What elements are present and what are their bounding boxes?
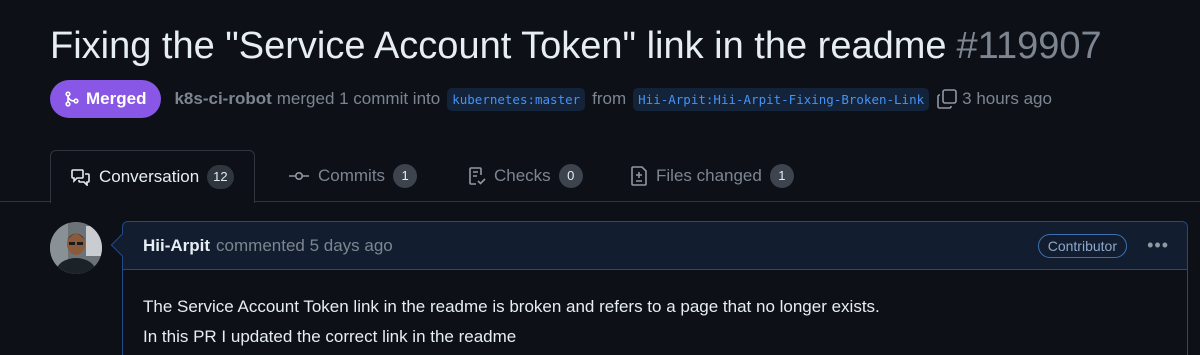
merged-status-label: Merged (86, 89, 147, 108)
commit-icon (288, 169, 310, 183)
tab-label: Checks (494, 166, 551, 185)
pr-tabs: Conversation 12 Commits 1 Checks 0 Files… (0, 150, 1200, 203)
from-text: from (592, 89, 627, 108)
comment-timestamp[interactable]: commented 5 days ago (216, 236, 393, 256)
comment-discussion-icon (71, 168, 91, 186)
tab-commits[interactable]: Commits 1 (288, 150, 418, 202)
tab-checks[interactable]: Checks 0 (468, 150, 583, 202)
contributor-badge: Contributor (1037, 234, 1127, 258)
tab-counter: 0 (558, 164, 583, 188)
merged-time: 3 hours ago (962, 89, 1052, 108)
pr-number: #119907 (956, 25, 1102, 67)
tab-counter: 1 (393, 164, 418, 188)
comment-body: The Service Account Token link in the re… (123, 270, 1187, 352)
tab-label: Files changed (656, 166, 762, 185)
pr-title-row: Fixing the "Service Account Token" link … (50, 22, 1102, 70)
comment-line: The Service Account Token link in the re… (143, 297, 880, 316)
comment-pointer (110, 233, 134, 257)
git-merge-icon (64, 91, 80, 107)
kebab-menu-icon[interactable]: ••• (1147, 234, 1169, 256)
tab-counter: 12 (207, 165, 234, 189)
comment-author-link[interactable]: Hii-Arpit (143, 236, 210, 256)
checklist-icon (468, 166, 486, 186)
tab-label: Conversation (99, 167, 200, 186)
comment-header: Hii-Arpit commented 5 days ago Contribut… (110, 222, 1187, 270)
merged-text: merged 1 commit into (276, 89, 441, 108)
tab-conversation[interactable]: Conversation 12 (50, 150, 255, 203)
comment-box: Hii-Arpit commented 5 days ago Contribut… (110, 221, 1188, 355)
comment-line: In this PR I updated the correct link in… (143, 327, 517, 346)
head-branch-link[interactable]: Hii-Arpit:Hii-Arpit-Fixing-Broken-Link (633, 87, 930, 111)
merger-author-link[interactable]: k8s-ci-robot (174, 89, 271, 109)
avatar[interactable] (50, 222, 102, 274)
pr-title: Fixing the "Service Account Token" link … (50, 25, 947, 67)
file-diff-icon (630, 166, 648, 186)
copy-icon[interactable] (936, 88, 958, 110)
tab-counter: 1 (769, 164, 794, 188)
pr-meta-row: Merged k8s-ci-robot merged 1 commit into… (50, 80, 1052, 118)
tab-label: Commits (318, 166, 386, 185)
base-branch-link[interactable]: kubernetes:master (447, 87, 586, 111)
tab-files-changed[interactable]: Files changed 1 (630, 150, 794, 202)
merged-status-badge: Merged (50, 80, 162, 118)
